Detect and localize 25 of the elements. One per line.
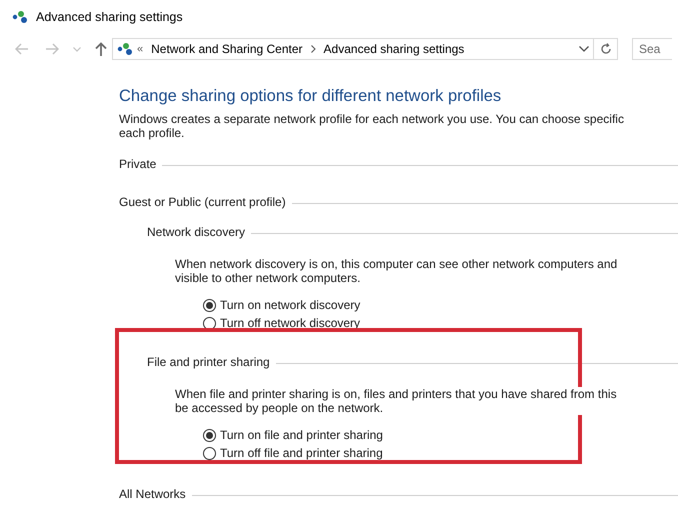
search-field[interactable]: Sea: [632, 38, 672, 60]
radio-option[interactable]: Turn off network discovery: [203, 316, 678, 330]
description: When network discovery is on, this computer can see other network computers and visible to other network computers.: [175, 257, 618, 285]
refresh-button[interactable]: [594, 38, 618, 60]
window-title: Advanced sharing settings: [36, 8, 183, 26]
section-header: Network discovery: [147, 224, 246, 241]
overflow-chevron[interactable]: «: [137, 40, 144, 58]
section-header: All Networks: [119, 486, 186, 503]
network-icon: [117, 42, 133, 56]
network-icon: [12, 10, 28, 24]
chevron-icon: [310, 45, 316, 53]
breadcrumb[interactable]: Network and Sharing Center: [151, 40, 303, 58]
breadcrumb[interactable]: Advanced sharing settings: [324, 40, 464, 58]
up-icon[interactable]: [94, 42, 108, 56]
section-header: Private: [119, 156, 156, 173]
section-header: File and printer sharing: [147, 354, 270, 371]
address-bar[interactable]: « Network and Sharing Center Advanced sharing settings: [112, 38, 594, 60]
description: Windows creates a separate network profile for each network you use. You can choose specific each profile.: [119, 112, 625, 140]
radio-option[interactable]: Turn on network discovery: [203, 298, 678, 312]
refresh-icon[interactable]: [600, 43, 612, 55]
page-heading: Change sharing options for different network profiles: [119, 86, 502, 107]
radio-option[interactable]: Turn off file and printer sharing: [203, 446, 678, 460]
section-header: Guest or Public (current profile): [119, 194, 286, 211]
description: When file and printer sharing is on, files and printers that you have shared from this be accessed by people on the network.: [175, 387, 617, 415]
radio-option[interactable]: Turn on file and printer sharing: [203, 428, 678, 442]
